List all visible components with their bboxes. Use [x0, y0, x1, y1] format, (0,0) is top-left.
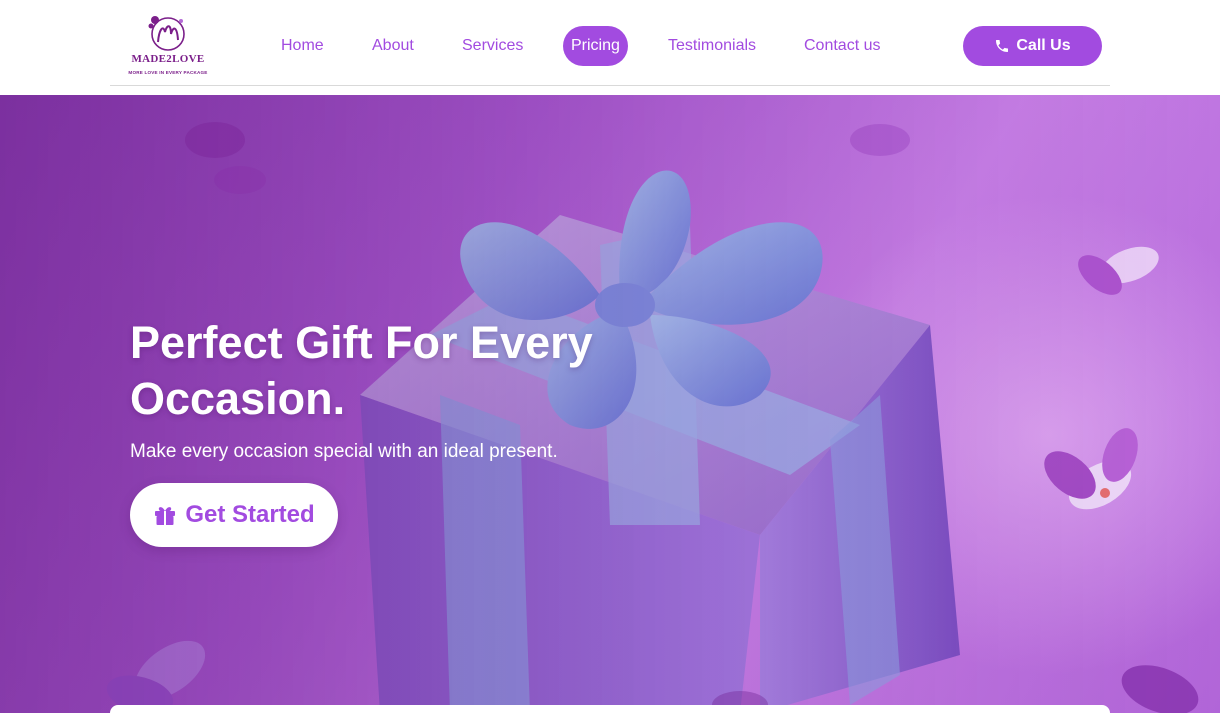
- call-us-label: Call Us: [1016, 37, 1071, 54]
- nav-about[interactable]: About: [364, 26, 422, 66]
- site-header: MADE2LOVE MORE LOVE IN EVERY PACKAGE Hom…: [0, 0, 1220, 95]
- nav-home[interactable]: Home: [273, 26, 332, 66]
- page: MADE2LOVE MORE LOVE IN EVERY PACKAGE Hom…: [0, 0, 1220, 713]
- gift-icon: [155, 507, 176, 525]
- nav-contact-us[interactable]: Contact us: [796, 26, 888, 66]
- header-bar: MADE2LOVE MORE LOVE IN EVERY PACKAGE Hom…: [110, 0, 1110, 86]
- get-started-label: Get Started: [185, 501, 315, 528]
- main-nav: Home About Services Pricing Testimonials…: [110, 0, 1110, 85]
- nav-testimonials[interactable]: Testimonials: [660, 26, 764, 66]
- hero-subtitle: Make every occasion special with an idea…: [130, 441, 558, 462]
- get-started-button[interactable]: Get Started: [130, 483, 338, 547]
- nav-services[interactable]: Services: [454, 26, 531, 66]
- call-us-button[interactable]: Call Us: [963, 26, 1102, 66]
- phone-icon: [996, 40, 1009, 52]
- hero-title: Perfect Gift For Every Occasion.: [130, 317, 593, 424]
- content-card-edge: [110, 705, 1110, 713]
- nav-pricing[interactable]: Pricing: [563, 26, 628, 66]
- hero-section: Perfect Gift For Every Occasion. Make ev…: [0, 95, 1220, 713]
